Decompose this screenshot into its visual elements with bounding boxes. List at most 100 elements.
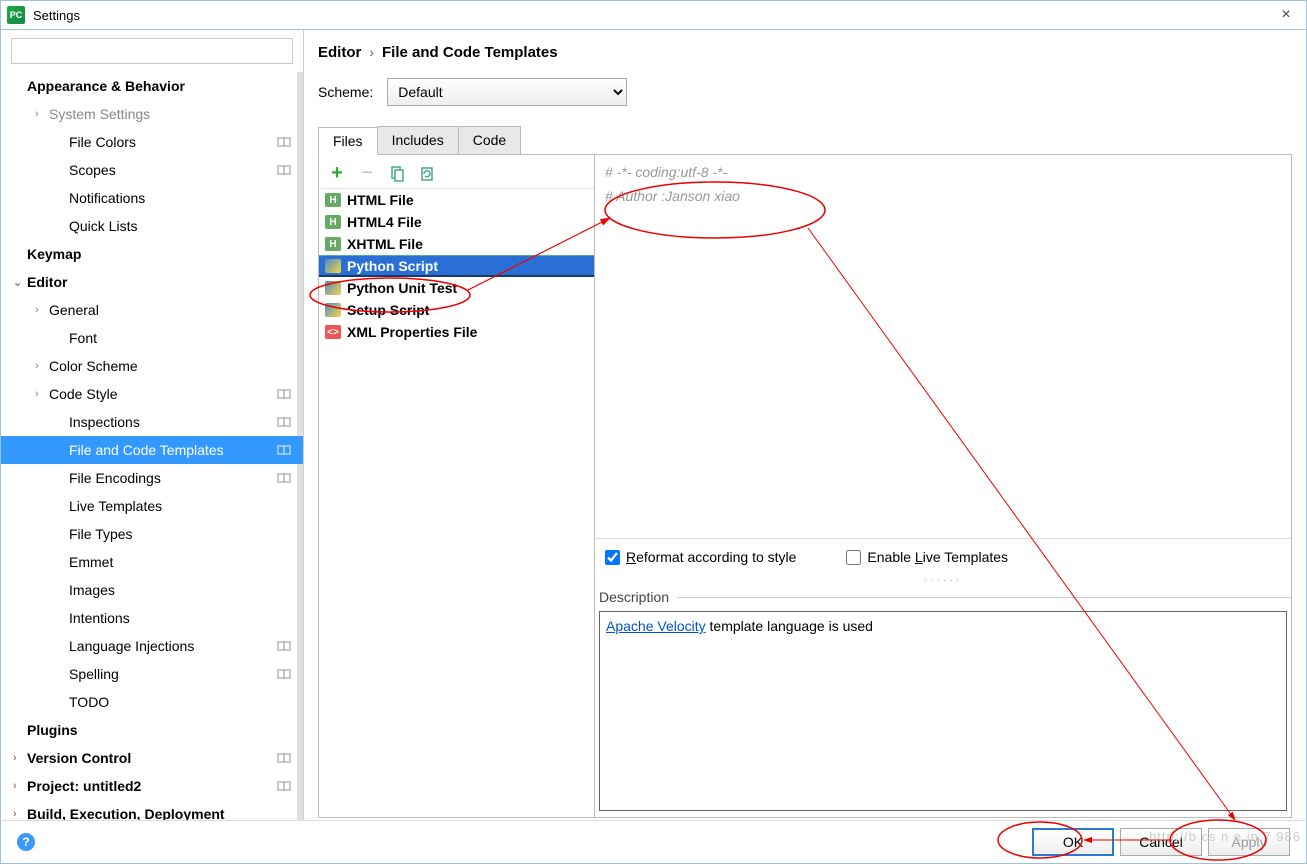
tree-item-label: Project: untitled2 xyxy=(27,778,277,794)
tab[interactable]: Files xyxy=(318,127,378,155)
tree-item-label: Keymap xyxy=(27,246,303,262)
tree-item-label: Scopes xyxy=(69,162,277,178)
tree-item[interactable]: Live Templates xyxy=(1,492,303,520)
checks-row: Reformat according to style Enable Live … xyxy=(595,539,1291,575)
tab[interactable]: Code xyxy=(458,126,521,154)
project-scope-icon xyxy=(277,163,291,177)
tree-item-label: Appearance & Behavior xyxy=(27,78,303,94)
enable-live-templates-checkbox[interactable]: Enable Live Templates xyxy=(846,549,1008,565)
tree-item[interactable]: ›Code Style xyxy=(1,380,303,408)
py-file-icon xyxy=(325,281,341,295)
chevron-right-icon: › xyxy=(35,388,49,400)
tree-item[interactable]: Scopes xyxy=(1,156,303,184)
xml-file-icon: <> xyxy=(325,325,341,339)
project-scope-icon xyxy=(277,135,291,149)
tree-item-label: Build, Execution, Deployment xyxy=(27,806,303,820)
tree-item[interactable]: File and Code Templates xyxy=(1,436,303,464)
scheme-row: Scheme: Default xyxy=(318,78,1292,106)
tree-item-label: Code Style xyxy=(49,386,277,402)
template-item[interactable]: HHTML File xyxy=(319,189,594,211)
tree-item[interactable]: Spelling xyxy=(1,660,303,688)
close-icon[interactable]: × xyxy=(1266,6,1306,24)
tree-item-label: TODO xyxy=(69,694,303,710)
search-input[interactable] xyxy=(11,38,293,64)
template-item-label: Setup Script xyxy=(347,302,429,318)
tree-item[interactable]: Language Injections xyxy=(1,632,303,660)
chevron-right-icon: › xyxy=(369,44,374,60)
project-scope-icon xyxy=(277,471,291,485)
tree-item-label: Emmet xyxy=(69,554,303,570)
tree-item[interactable]: ›Color Scheme xyxy=(1,352,303,380)
template-item[interactable]: HXHTML File xyxy=(319,233,594,255)
add-icon[interactable]: + xyxy=(329,166,345,182)
project-scope-icon xyxy=(277,387,291,401)
project-scope-icon xyxy=(277,415,291,429)
ok-button[interactable]: OK xyxy=(1032,828,1114,856)
tree-item[interactable]: Inspections xyxy=(1,408,303,436)
breadcrumb-parent[interactable]: Editor xyxy=(318,44,361,61)
tree-item-label: Intentions xyxy=(69,610,303,626)
breadcrumb-current: File and Code Templates xyxy=(382,44,558,61)
tree-item[interactable]: Notifications xyxy=(1,184,303,212)
tree-item[interactable]: Font xyxy=(1,324,303,352)
scheme-label: Scheme: xyxy=(318,84,373,100)
tree-item[interactable]: Plugins xyxy=(1,716,303,744)
template-item[interactable]: Setup Script xyxy=(319,299,594,321)
title-bar: PC Settings × xyxy=(0,0,1307,30)
template-list[interactable]: HHTML FileHHTML4 FileHXHTML FilePython S… xyxy=(319,189,594,817)
tree-item-label: Color Scheme xyxy=(49,358,303,374)
template-item-label: HTML4 File xyxy=(347,214,422,230)
tree-item-label: Plugins xyxy=(27,722,303,738)
template-item[interactable]: Python Unit Test xyxy=(319,277,594,299)
tree-item[interactable]: Emmet xyxy=(1,548,303,576)
tree-item[interactable]: Keymap xyxy=(1,240,303,268)
tree-item-label: Spelling xyxy=(69,666,277,682)
tree-item-label: File and Code Templates xyxy=(69,442,277,458)
dialog-body: 🔍 Appearance & Behavior›System SettingsF… xyxy=(0,30,1307,820)
tree-item[interactable]: ›Version Control xyxy=(1,744,303,772)
tree-item[interactable]: ›System Settings xyxy=(1,100,303,128)
tab[interactable]: Includes xyxy=(377,126,459,154)
tree-item[interactable]: Intentions xyxy=(1,604,303,632)
tree-item[interactable]: TODO xyxy=(1,688,303,716)
tree-item[interactable]: ›Build, Execution, Deployment xyxy=(1,800,303,820)
tree-item-label: Inspections xyxy=(69,414,277,430)
tree-item[interactable]: Images xyxy=(1,576,303,604)
reformat-checkbox[interactable]: Reformat according to style xyxy=(605,549,796,565)
template-item-label: XHTML File xyxy=(347,236,423,252)
chevron-right-icon: › xyxy=(13,752,27,764)
remove-icon[interactable]: − xyxy=(359,166,375,182)
tree-item[interactable]: File Colors xyxy=(1,128,303,156)
template-item-label: Python Unit Test xyxy=(347,280,457,296)
chevron-right-icon: › xyxy=(13,808,27,820)
copy-icon[interactable] xyxy=(389,166,405,182)
tree-item[interactable]: ›General xyxy=(1,296,303,324)
template-item[interactable]: Python Script xyxy=(319,255,594,277)
settings-main: Editor › File and Code Templates Scheme:… xyxy=(304,30,1306,820)
tree-item[interactable]: Appearance & Behavior xyxy=(1,72,303,100)
py-file-icon xyxy=(325,303,341,317)
description-box[interactable]: Apache Velocity template language is use… xyxy=(599,611,1287,811)
tree-item[interactable]: ⌄Editor xyxy=(1,268,303,296)
template-item[interactable]: HHTML4 File xyxy=(319,211,594,233)
refresh-icon[interactable] xyxy=(419,166,435,182)
tree-item[interactable]: File Encodings xyxy=(1,464,303,492)
splitter-handle[interactable]: ······ xyxy=(595,575,1291,585)
template-code-editor[interactable]: # -*- coding:utf-8 -*- # Author :Janson … xyxy=(595,155,1291,539)
tree-item[interactable]: ›Project: untitled2 xyxy=(1,772,303,800)
scheme-select[interactable]: Default xyxy=(387,78,627,106)
chevron-right-icon: › xyxy=(13,780,27,792)
settings-tree[interactable]: Appearance & Behavior ›System Settings Fil… xyxy=(1,72,303,820)
tree-item[interactable]: Quick Lists xyxy=(1,212,303,240)
apache-velocity-link[interactable]: Apache Velocity xyxy=(606,618,706,634)
tree-item-label: Live Templates xyxy=(69,498,303,514)
editor-panel: # -*- coding:utf-8 -*- # Author :Janson … xyxy=(595,155,1291,817)
tree-item-label: Notifications xyxy=(69,190,303,206)
tree-item-label: File Colors xyxy=(69,134,277,150)
tree-item-label: Font xyxy=(69,330,303,346)
watermark: http://b cs n e in 7 986 xyxy=(1149,829,1301,844)
tree-item[interactable]: File Types xyxy=(1,520,303,548)
chevron-right-icon: › xyxy=(35,360,49,372)
help-icon[interactable]: ? xyxy=(17,833,35,851)
template-item[interactable]: <>XML Properties File xyxy=(319,321,594,343)
